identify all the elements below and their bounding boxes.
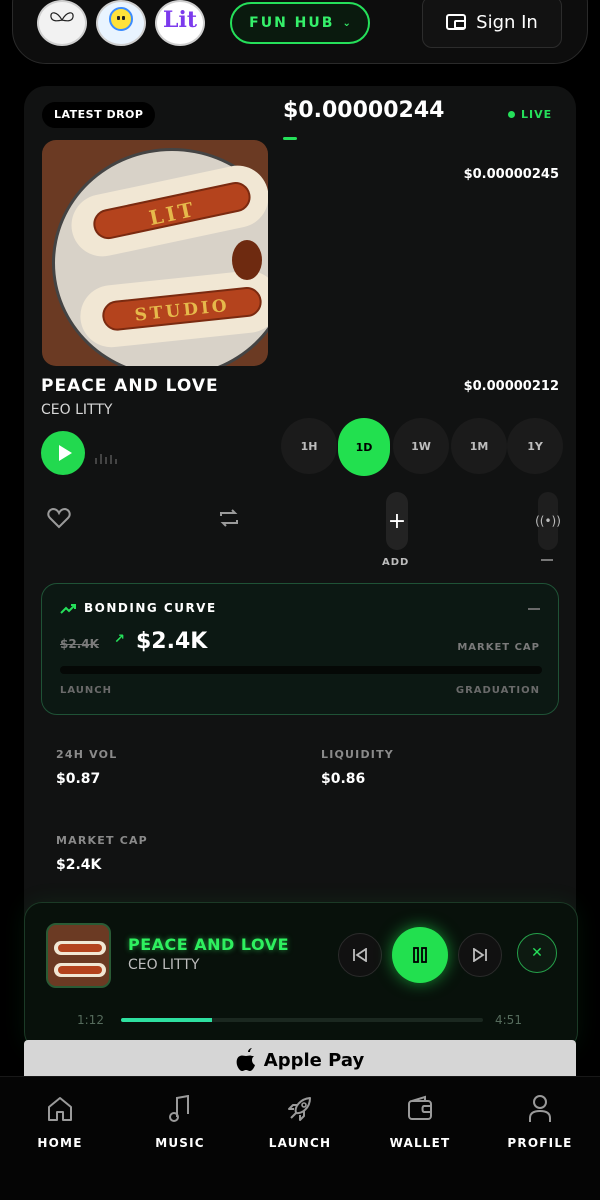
heart-icon[interactable] xyxy=(47,507,71,529)
pause-button[interactable] xyxy=(392,927,448,983)
fun-hub-dropdown[interactable]: FUN HUB ⌄ xyxy=(230,2,370,44)
price-low: $0.00000212 xyxy=(463,379,559,394)
broadcast-button[interactable]: ((•)) xyxy=(535,492,561,550)
pause-icon xyxy=(413,947,427,963)
apple-pay-button[interactable]: Apple Pay xyxy=(24,1040,576,1080)
bonding-old-value: $2.4K xyxy=(60,637,99,651)
bonding-progress-bar xyxy=(60,666,542,674)
equalizer-icon xyxy=(95,452,117,464)
rocket-icon xyxy=(288,1097,311,1121)
live-label: LIVE xyxy=(521,108,553,121)
trending-up-icon xyxy=(60,604,76,614)
thumb-hotdog-2 xyxy=(54,963,106,977)
nav-launch-label: LAUNCH xyxy=(268,1136,332,1150)
price-high: $0.00000245 xyxy=(463,167,559,182)
live-dot-icon xyxy=(508,111,515,118)
close-icon: ✕ xyxy=(531,945,543,961)
price-underline xyxy=(283,137,297,140)
fun-hub-label: FUN HUB xyxy=(249,15,335,31)
previous-button[interactable] xyxy=(338,933,382,977)
timeframe-1h[interactable]: 1H xyxy=(281,418,337,474)
track-artist[interactable]: CEO LITTY xyxy=(41,402,112,418)
player-thumbnail[interactable] xyxy=(46,923,111,988)
collapse-icon[interactable] xyxy=(528,608,540,610)
lit-logo-text: Lit xyxy=(163,7,197,33)
latest-drop-badge: LATEST DROP xyxy=(42,102,156,128)
track-title: PEACE AND LOVE xyxy=(41,376,219,396)
up-arrow-icon: ↗ xyxy=(114,632,125,647)
cover-text-2: STUDIO xyxy=(133,295,231,326)
apple-pay-label: Apple Pay xyxy=(263,1049,365,1071)
nav-wallet-label: WALLET xyxy=(389,1136,451,1150)
nav-music-label: MUSIC xyxy=(155,1136,205,1150)
nav-music[interactable]: MUSIC xyxy=(130,1077,230,1177)
graduation-label: GRADUATION xyxy=(455,685,540,696)
bottom-navigation: HOME MUSIC LAUNCH WALLET PROFILE xyxy=(0,1076,600,1200)
close-player-button[interactable]: ✕ xyxy=(517,933,557,973)
smiley-logo[interactable] xyxy=(96,0,146,46)
launch-label: LAUNCH xyxy=(60,685,113,696)
sign-in-label: Sign In xyxy=(476,11,538,33)
mini-player: PEACE AND LOVE CEO LITTY ✕ 1:12 4:51 xyxy=(24,902,578,1050)
skip-back-icon xyxy=(353,948,367,962)
add-label: ADD xyxy=(382,557,410,568)
next-button[interactable] xyxy=(458,933,502,977)
nav-profile-label: PROFILE xyxy=(507,1136,573,1150)
skip-forward-icon xyxy=(473,948,487,962)
smiley-icon xyxy=(109,7,133,31)
home-icon xyxy=(48,1097,72,1121)
repost-icon[interactable] xyxy=(217,507,241,529)
market-cap-value: $2.4K xyxy=(56,857,102,873)
vol-value: $0.87 xyxy=(56,771,101,787)
timeframe-1w[interactable]: 1W xyxy=(393,418,449,474)
broadcast-dash xyxy=(541,559,553,561)
lit-studio-logo[interactable]: Lit xyxy=(155,0,205,46)
player-artist: CEO LITTY xyxy=(128,957,200,973)
nav-launch[interactable]: LAUNCH xyxy=(250,1077,350,1177)
sign-in-button[interactable]: Sign In xyxy=(422,0,562,48)
total-time: 4:51 xyxy=(495,1013,522,1027)
play-button[interactable] xyxy=(41,431,85,475)
play-icon xyxy=(58,445,72,461)
vol-label: 24H VOL xyxy=(56,748,118,761)
cover-ketchup xyxy=(232,240,262,280)
album-cover[interactable]: LIT STUDIO xyxy=(42,140,268,366)
broadcast-icon: ((•)) xyxy=(535,514,561,528)
wallet-icon xyxy=(408,1095,432,1120)
chevron-down-icon: ⌄ xyxy=(342,17,351,29)
bonding-value-caption: MARKET CAP xyxy=(457,642,540,653)
butterfly-icon xyxy=(50,12,74,22)
apple-icon xyxy=(236,1048,255,1071)
playback-progress-fill xyxy=(121,1018,212,1022)
music-note-icon xyxy=(169,1095,189,1122)
liquidity-label: LIQUIDITY xyxy=(321,748,394,761)
wallet-icon xyxy=(446,14,467,30)
bonding-value: $2.4K xyxy=(136,629,208,654)
cover-sausage-2: STUDIO xyxy=(100,285,264,333)
current-price: $0.00000244 xyxy=(283,98,445,123)
market-cap-label: MARKET CAP xyxy=(56,834,148,847)
nav-wallet[interactable]: WALLET xyxy=(370,1077,470,1177)
live-indicator: LIVE xyxy=(508,108,552,121)
add-button[interactable]: + xyxy=(386,492,408,550)
nav-profile[interactable]: PROFILE xyxy=(490,1077,590,1177)
timeframe-1m[interactable]: 1M xyxy=(451,418,507,474)
profile-icon xyxy=(529,1095,551,1122)
liquidity-value: $0.86 xyxy=(321,771,366,787)
timeframe-1d[interactable]: 1D xyxy=(338,418,390,476)
bonding-curve-card[interactable]: BONDING CURVE $2.4K ↗ $2.4K MARKET CAP L… xyxy=(41,583,559,715)
thumb-sausage-2 xyxy=(58,966,102,974)
nav-home-label: HOME xyxy=(37,1136,83,1150)
nav-home[interactable]: HOME xyxy=(10,1077,110,1177)
player-title: PEACE AND LOVE xyxy=(128,935,290,954)
studio-logo[interactable] xyxy=(37,0,87,46)
plus-icon: + xyxy=(387,508,407,534)
current-time: 1:12 xyxy=(77,1013,104,1027)
bonding-curve-title: BONDING CURVE xyxy=(84,601,217,615)
thumb-sausage-1 xyxy=(58,944,102,952)
timeframe-1y[interactable]: 1Y xyxy=(507,418,563,474)
playback-progress-bar[interactable] xyxy=(121,1018,483,1022)
thumb-hotdog-1 xyxy=(54,941,106,955)
